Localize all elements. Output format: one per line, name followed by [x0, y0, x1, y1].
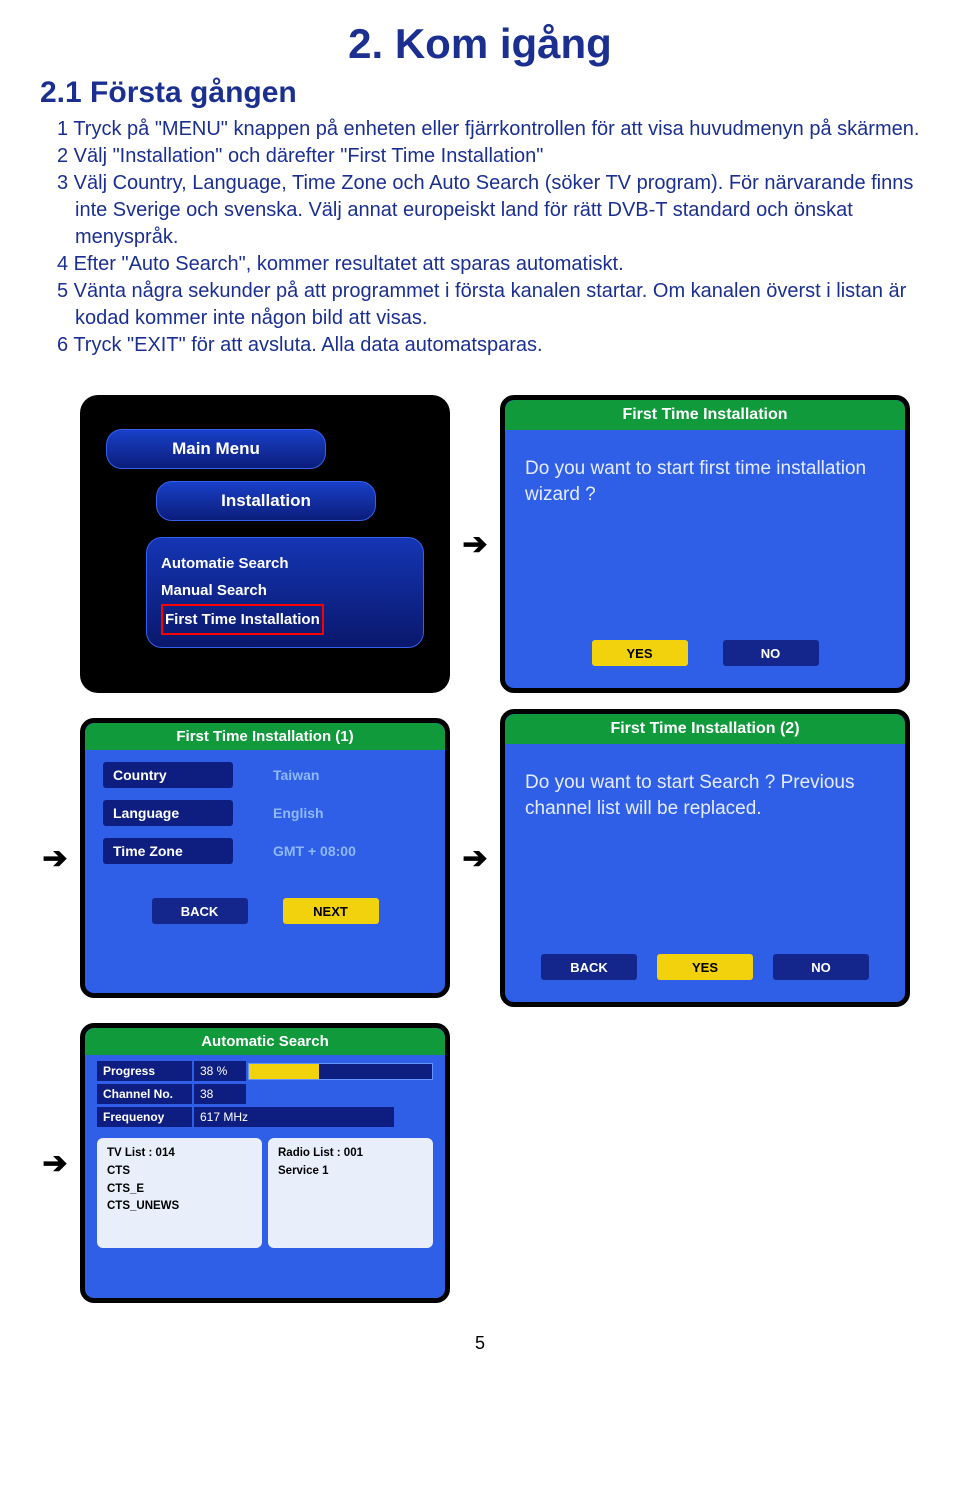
channel-row: Channel No. 38 — [97, 1084, 433, 1104]
arrow-right-icon: ➔ — [460, 527, 490, 562]
instruction-item: 4 Efter "Auto Search", kommer resultatet… — [75, 251, 920, 278]
tv-list-header: TV List : 014 — [107, 1145, 252, 1163]
next-button[interactable]: NEXT — [283, 898, 379, 924]
submenu-item-selected[interactable]: First Time Installation — [161, 604, 324, 635]
arrow-right-icon: ➔ — [40, 1146, 70, 1181]
progress-row: Progress 38 % — [97, 1061, 433, 1081]
list-item: CTS_E — [107, 1181, 252, 1199]
instruction-item: 6 Tryck "EXIT" för att avsluta. Alla dat… — [75, 332, 920, 359]
tv-list-box: TV List : 014 CTS CTS_E CTS_UNEWS — [97, 1138, 262, 1248]
no-button[interactable]: NO — [773, 954, 869, 980]
arrow-right-icon: ➔ — [460, 841, 490, 876]
section-subtitle: 2.1 Första gången — [40, 76, 920, 110]
submenu-item[interactable]: Manual Search — [161, 577, 409, 604]
setting-value: Taiwan — [273, 767, 319, 783]
no-button[interactable]: NO — [723, 640, 819, 666]
dialog-message: Do you want to start first time installa… — [505, 430, 905, 622]
page-number: 5 — [40, 1333, 920, 1354]
frequency-label: Frequenoy — [97, 1107, 192, 1127]
frequency-value: 617 MHz — [194, 1107, 394, 1127]
installation-pill[interactable]: Installation — [156, 481, 376, 521]
instruction-item: 5 Vänta några sekunder på att programmet… — [75, 278, 920, 332]
dialog-message: Do you want to start Search ? Previous c… — [505, 744, 905, 936]
channel-label: Channel No. — [97, 1084, 192, 1104]
channel-value: 38 — [194, 1084, 246, 1104]
setting-row[interactable]: Language English — [103, 800, 427, 826]
page-title: 2. Kom igång — [40, 20, 920, 68]
setting-value: GMT + 08:00 — [273, 843, 356, 859]
setting-value: English — [273, 805, 324, 821]
yes-button[interactable]: YES — [657, 954, 753, 980]
instructions-list: 1 Tryck på "MENU" knappen på enheten ell… — [75, 116, 920, 359]
setting-row[interactable]: Country Taiwan — [103, 762, 427, 788]
screenshot-main-menu: Main Menu Installation Automatie Search … — [80, 395, 450, 693]
setting-label: Country — [103, 762, 233, 788]
main-menu-pill[interactable]: Main Menu — [106, 429, 326, 469]
progress-value: 38 % — [194, 1061, 246, 1081]
list-item: CTS — [107, 1163, 252, 1181]
progress-label: Progress — [97, 1061, 192, 1081]
setting-label: Language — [103, 800, 233, 826]
progress-bar — [248, 1063, 433, 1080]
screenshot-install-settings: First Time Installation (1) Country Taiw… — [80, 718, 450, 998]
dialog-header: First Time Installation (1) — [85, 723, 445, 750]
dialog-header: First Time Installation — [505, 400, 905, 430]
screenshot-search-confirm: First Time Installation (2) Do you want … — [500, 709, 910, 1007]
setting-label: Time Zone — [103, 838, 233, 864]
frequency-row: Frequenoy 617 MHz — [97, 1107, 433, 1127]
screenshot-first-install-dialog: First Time Installation Do you want to s… — [500, 395, 910, 693]
instruction-item: 3 Välj Country, Language, Time Zone och … — [75, 170, 920, 251]
screenshot-automatic-search: Automatic Search Progress 38 % Channel N… — [80, 1023, 450, 1303]
submenu-panel: Automatie Search Manual Search First Tim… — [146, 537, 424, 648]
setting-row[interactable]: Time Zone GMT + 08:00 — [103, 838, 427, 864]
back-button[interactable]: BACK — [152, 898, 248, 924]
back-button[interactable]: BACK — [541, 954, 637, 980]
dialog-header: Automatic Search — [85, 1028, 445, 1055]
yes-button[interactable]: YES — [592, 640, 688, 666]
submenu-item[interactable]: Automatie Search — [161, 550, 409, 577]
dialog-header: First Time Installation (2) — [505, 714, 905, 744]
radio-list-header: Radio List : 001 — [278, 1145, 423, 1163]
instruction-item: 1 Tryck på "MENU" knappen på enheten ell… — [75, 116, 920, 143]
arrow-right-icon: ➔ — [40, 841, 70, 876]
instruction-item: 2 Välj "Installation" och därefter "Firs… — [75, 143, 920, 170]
list-item: Service 1 — [278, 1163, 423, 1181]
list-item: CTS_UNEWS — [107, 1198, 252, 1216]
radio-list-box: Radio List : 001 Service 1 — [268, 1138, 433, 1248]
